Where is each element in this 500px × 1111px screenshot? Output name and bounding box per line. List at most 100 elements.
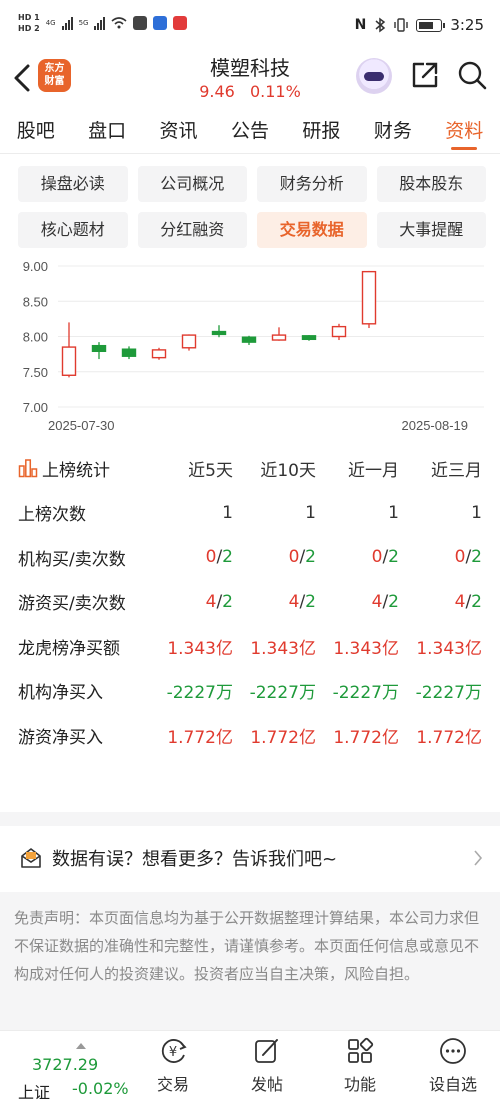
bottom-bar: 3727.29 上证 -0.02% ¥ 交易 发帖 功能 设自选	[0, 1030, 500, 1111]
category-button-1[interactable]: 公司概况	[137, 166, 247, 202]
svg-text:¥: ¥	[169, 1045, 177, 1060]
stats-cell: 1.343亿	[250, 638, 316, 659]
nav-trade[interactable]: ¥ 交易	[138, 1037, 208, 1095]
candle-body	[211, 330, 227, 336]
bar-chart-icon	[18, 459, 38, 478]
tab-4[interactable]: 研报	[286, 108, 357, 153]
candle-body	[271, 334, 287, 341]
y-tick-label: 9.00	[23, 259, 48, 274]
price-candlestick-chart: 9.00 8.50 8.00 7.50 7.002025-07-30 2025-08-19	[23, 259, 484, 433]
category-button-6[interactable]: 交易数据	[257, 212, 367, 248]
stats-cell-part: 0	[454, 547, 466, 568]
feedback-text: 数据有误？想看更多？告诉我们吧~	[52, 849, 338, 870]
candle-body	[151, 349, 167, 359]
tab-0[interactable]: 股吧	[0, 108, 71, 153]
stats-row-label: 机构买/卖次数	[18, 549, 126, 570]
y-tick-label: 8.00	[23, 330, 48, 345]
category-button-3[interactable]: 股本股东	[376, 166, 486, 202]
category-button-5[interactable]: 分红融资	[137, 212, 247, 248]
nav-trade-label: 交易	[156, 1075, 189, 1094]
stats-cell-part: 2	[222, 547, 233, 568]
stats-cell-part: 0	[288, 547, 300, 568]
stats-cell: -2227万	[166, 683, 233, 704]
col-header-1m: 近一月	[348, 460, 399, 481]
stats-cell: 1.772亿	[333, 727, 399, 748]
stats-row-label: 游资买/卖次数	[18, 594, 126, 615]
tab-1[interactable]: 盘口	[71, 108, 142, 153]
stats-cell-part: 2	[388, 591, 399, 612]
y-tick-label: 8.50	[23, 294, 48, 309]
nav-functions[interactable]: 功能	[325, 1037, 395, 1095]
share-icon[interactable]	[410, 60, 440, 90]
nav-add-watchlist[interactable]: 设自选	[418, 1037, 488, 1095]
wifi-icon	[111, 17, 127, 29]
candle-body	[361, 270, 377, 325]
tab-3[interactable]: 公告	[214, 108, 285, 153]
category-button-2[interactable]: 财务分析	[257, 166, 367, 202]
stats-row-label: 龙虎榜净买额	[18, 638, 120, 659]
stats-cell-part: 0	[371, 547, 383, 568]
stats-row: 机构买/卖次数 0/2 0/2 0/2 0/2	[18, 535, 482, 580]
candle-body	[91, 344, 107, 353]
stats-cell-part: 2	[471, 591, 482, 612]
stock-header: 东方 财富 模塑科技 9.46 0.11%	[0, 52, 500, 104]
trade-icon: ¥	[161, 1039, 187, 1063]
tab-6[interactable]: 资料	[429, 108, 500, 153]
app-notification-icon	[153, 16, 168, 30]
vibrate-icon	[394, 18, 409, 32]
stats-cell: 1	[471, 502, 482, 523]
nfc-icon: N	[354, 17, 367, 33]
nav-functions-label: 功能	[343, 1075, 376, 1094]
stats-cell-part: 2	[305, 591, 316, 612]
feedback-mail-icon	[21, 848, 41, 868]
stats-cell: 0/2	[316, 547, 399, 567]
network2-label: 5G	[78, 19, 89, 27]
col-header-10d: 近10天	[260, 460, 316, 481]
section-divider	[0, 812, 500, 826]
stats-row-label: 游资净买入	[18, 727, 103, 748]
index-change: -0.02%	[72, 1079, 129, 1098]
billboard-stats-table: 上榜统计 近5天 近10天 近一月 近三月 上榜次数 1 1 1 1 机构买/卖次数 0/2…	[18, 446, 482, 758]
tab-5[interactable]: 财务	[357, 108, 428, 153]
nav-add-watchlist-label: 设自选	[428, 1075, 477, 1094]
section-tabs: 股吧 盘口 资讯 公告 研报 财务 资料	[0, 108, 500, 154]
stats-cell: 0/2	[150, 547, 233, 567]
index-value: 3727.29	[32, 1055, 99, 1074]
candle-body	[301, 335, 317, 341]
chevron-right-icon	[474, 850, 483, 866]
search-icon[interactable]	[457, 60, 487, 90]
stats-cell-part: 2	[305, 547, 316, 568]
stats-row: 游资买/卖次数 4/2 4/2 4/2 4/2	[18, 580, 482, 625]
category-button-4[interactable]: 核心题材	[18, 212, 128, 248]
index-name: 上证	[18, 1083, 51, 1102]
stats-cell-part: 4	[454, 591, 466, 612]
tab-2[interactable]: 资讯	[143, 108, 214, 153]
nav-post[interactable]: 发帖	[232, 1037, 302, 1095]
stats-cell: 1.343亿	[167, 638, 233, 659]
sim-labels: HD 1 HD 2	[18, 12, 40, 34]
stats-row: 机构净买入 -2227万 -2227万 -2227万 -2227万	[18, 669, 482, 714]
stats-cell: -2227万	[332, 683, 399, 704]
stats-cell-part: 4	[288, 591, 300, 612]
stats-row-label: 上榜次数	[18, 505, 86, 526]
stats-cell-part: 2	[471, 547, 482, 568]
grid-icon	[348, 1037, 374, 1063]
stats-cell: 1.343亿	[416, 638, 482, 659]
feedback-entry[interactable]: 数据有误？想看更多？告诉我们吧~	[0, 826, 500, 890]
category-button-0[interactable]: 操盘必读	[18, 166, 128, 202]
y-tick-label: 7.00	[23, 400, 48, 415]
stats-header-row: 上榜统计 近5天 近10天 近一月 近三月	[18, 446, 482, 491]
stats-cell-part: 2	[222, 591, 233, 612]
status-right: N 3:25	[355, 16, 484, 34]
mail-app-icon	[133, 16, 148, 30]
stats-cell: 4/2	[316, 592, 399, 612]
stats-cell: 0/2	[233, 547, 316, 567]
ai-assistant-icon[interactable]	[356, 58, 392, 94]
stats-title: 上榜统计	[42, 460, 110, 481]
stats-cell: 1	[222, 502, 233, 523]
caret-up-icon	[76, 1043, 86, 1049]
bluetooth-icon	[375, 17, 386, 33]
clock: 3:25	[450, 16, 484, 34]
y-tick-label: 7.50	[23, 365, 48, 380]
category-button-7[interactable]: 大事提醒	[376, 212, 486, 248]
